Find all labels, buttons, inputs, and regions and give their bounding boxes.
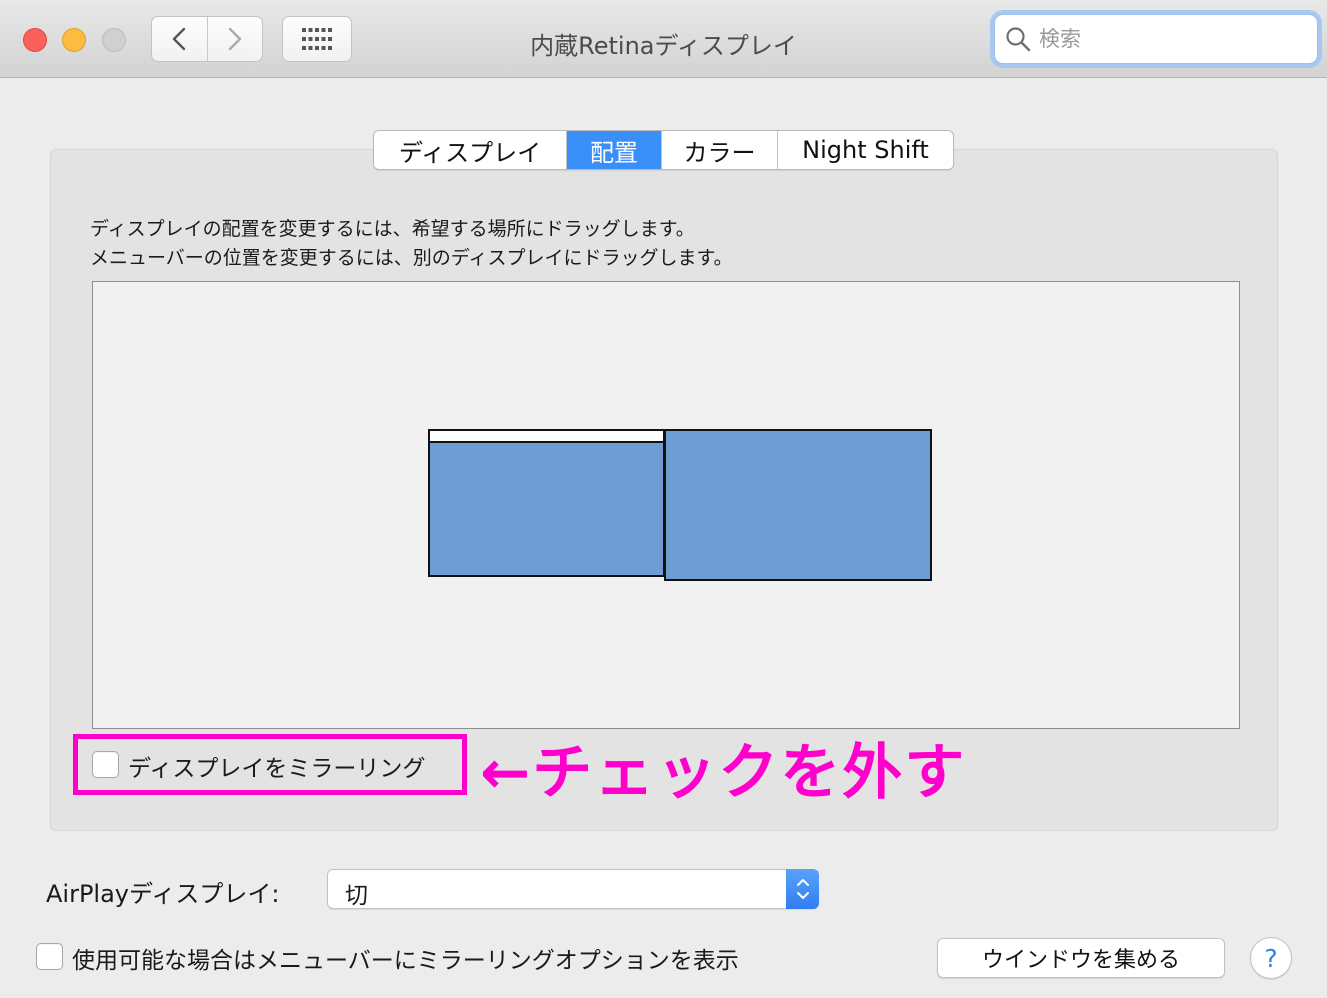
help-button[interactable]: ? bbox=[1250, 937, 1292, 979]
tab-display[interactable]: ディスプレイ bbox=[374, 131, 566, 169]
chevron-right-icon bbox=[228, 27, 242, 51]
grid-icon bbox=[302, 28, 332, 50]
display-arrangement-area bbox=[92, 281, 1240, 729]
tab-bar: ディスプレイ 配置 カラー Night Shift bbox=[373, 130, 954, 170]
display-secondary[interactable] bbox=[664, 429, 932, 581]
back-button[interactable] bbox=[152, 17, 207, 61]
up-down-arrows-icon bbox=[796, 879, 809, 899]
chevron-left-icon bbox=[173, 27, 186, 51]
title-bar: 内蔵Retinaディスプレイ bbox=[0, 0, 1327, 78]
tab-night-shift[interactable]: Night Shift bbox=[777, 131, 953, 169]
tab-arrangement[interactable]: 配置 bbox=[566, 131, 661, 169]
show-all-preferences-button[interactable] bbox=[282, 16, 352, 62]
uncheck-annotation: ←チェックを外す bbox=[480, 738, 967, 808]
search-input[interactable] bbox=[1039, 27, 1299, 51]
window-title: 内蔵Retinaディスプレイ bbox=[530, 32, 797, 60]
show-mirroring-options-checkbox[interactable] bbox=[36, 943, 63, 970]
display-main-with-menubar[interactable] bbox=[428, 429, 665, 577]
airplay-display-select[interactable]: 切 bbox=[327, 869, 819, 909]
airplay-display-label: AirPlayディスプレイ: bbox=[46, 880, 280, 908]
tab-color[interactable]: カラー bbox=[661, 131, 777, 169]
mirror-displays-label[interactable]: ディスプレイをミラーリング bbox=[128, 749, 425, 783]
show-mirroring-options-label[interactable]: 使用可能な場合はメニューバーにミラーリングオプションを表示 bbox=[72, 941, 739, 975]
gather-windows-button[interactable]: ウインドウを集める bbox=[937, 938, 1225, 978]
select-stepper[interactable] bbox=[786, 869, 819, 909]
zoom-window-button[interactable] bbox=[102, 28, 126, 52]
mirror-displays-checkbox[interactable] bbox=[92, 751, 119, 778]
forward-button[interactable] bbox=[206, 17, 262, 61]
arrangement-description-line-1: ディスプレイの配置を変更するには、希望する場所にドラッグします。 bbox=[90, 218, 695, 240]
window: 内蔵Retinaディスプレイ ディスプレイ 配置 カラー Night Shift… bbox=[0, 0, 1327, 998]
magnifier-icon bbox=[1006, 27, 1031, 52]
navigation-button-group bbox=[151, 16, 263, 62]
airplay-selected-value: 切 bbox=[345, 883, 368, 909]
menu-bar-indicator[interactable] bbox=[430, 431, 663, 443]
minimize-window-button[interactable] bbox=[62, 28, 86, 52]
arrangement-description-line-2: メニューバーの位置を変更するには、別のディスプレイにドラッグします。 bbox=[90, 247, 733, 269]
close-window-button[interactable] bbox=[23, 28, 47, 52]
search-field[interactable] bbox=[994, 14, 1318, 64]
